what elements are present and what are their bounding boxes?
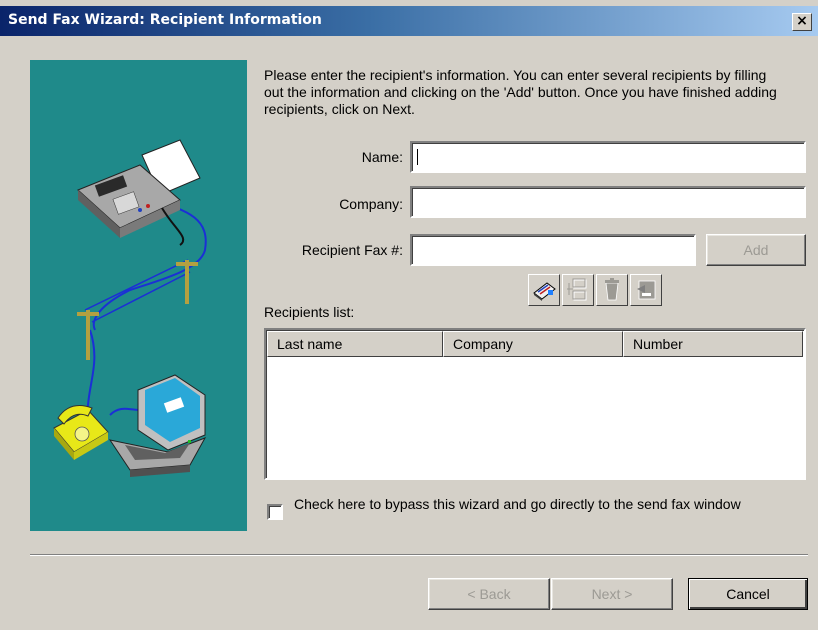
next-button[interactable]: Next > (551, 578, 673, 610)
recipients-list[interactable]: Last name Company Number (264, 328, 806, 480)
import-button[interactable] (630, 274, 662, 306)
separator-line (30, 554, 808, 556)
laptop-icon (108, 374, 207, 477)
properties-icon (567, 278, 587, 301)
delete-icon (605, 278, 619, 301)
utility-pole-right (176, 260, 198, 304)
fax-network-illustration (30, 60, 247, 531)
address-book-icon (533, 282, 556, 301)
name-input[interactable] (410, 141, 806, 173)
illustration-graphic (53, 139, 207, 477)
telephone-icon (53, 405, 109, 460)
import-icon (637, 280, 656, 300)
column-header-number[interactable]: Number (623, 331, 803, 357)
bypass-wizard-checkbox[interactable] (267, 504, 283, 520)
close-button[interactable]: × (792, 13, 812, 31)
text-caret (417, 149, 418, 165)
company-label: Company: (339, 196, 403, 212)
bypass-wizard-label[interactable]: Check here to bypass this wizard and go … (294, 496, 799, 513)
title-bar: Send Fax Wizard: Recipient Information × (0, 6, 818, 36)
name-label: Name: (361, 149, 403, 165)
fax-machine-icon (77, 139, 201, 246)
properties-button[interactable] (562, 274, 594, 306)
recipients-list-label: Recipients list: (264, 304, 355, 320)
recipient-fax-label: Recipient Fax #: (301, 242, 403, 258)
column-header-last-name[interactable]: Last name (267, 331, 443, 357)
send-fax-wizard-dialog: Send Fax Wizard: Recipient Information × (0, 0, 818, 630)
recipient-fax-input[interactable] (410, 234, 696, 266)
recipients-list-header: Last name Company Number (267, 331, 803, 357)
window-title: Send Fax Wizard: Recipient Information (8, 12, 322, 28)
company-input[interactable] (410, 186, 806, 218)
delete-button[interactable] (596, 274, 628, 306)
back-button[interactable]: < Back (428, 578, 550, 610)
add-button[interactable]: Add (706, 234, 806, 266)
address-book-button[interactable] (528, 274, 560, 306)
instructions-text: Please enter the recipient's information… (264, 67, 777, 117)
cancel-button[interactable]: Cancel (688, 578, 808, 610)
column-header-company[interactable]: Company (443, 331, 623, 357)
